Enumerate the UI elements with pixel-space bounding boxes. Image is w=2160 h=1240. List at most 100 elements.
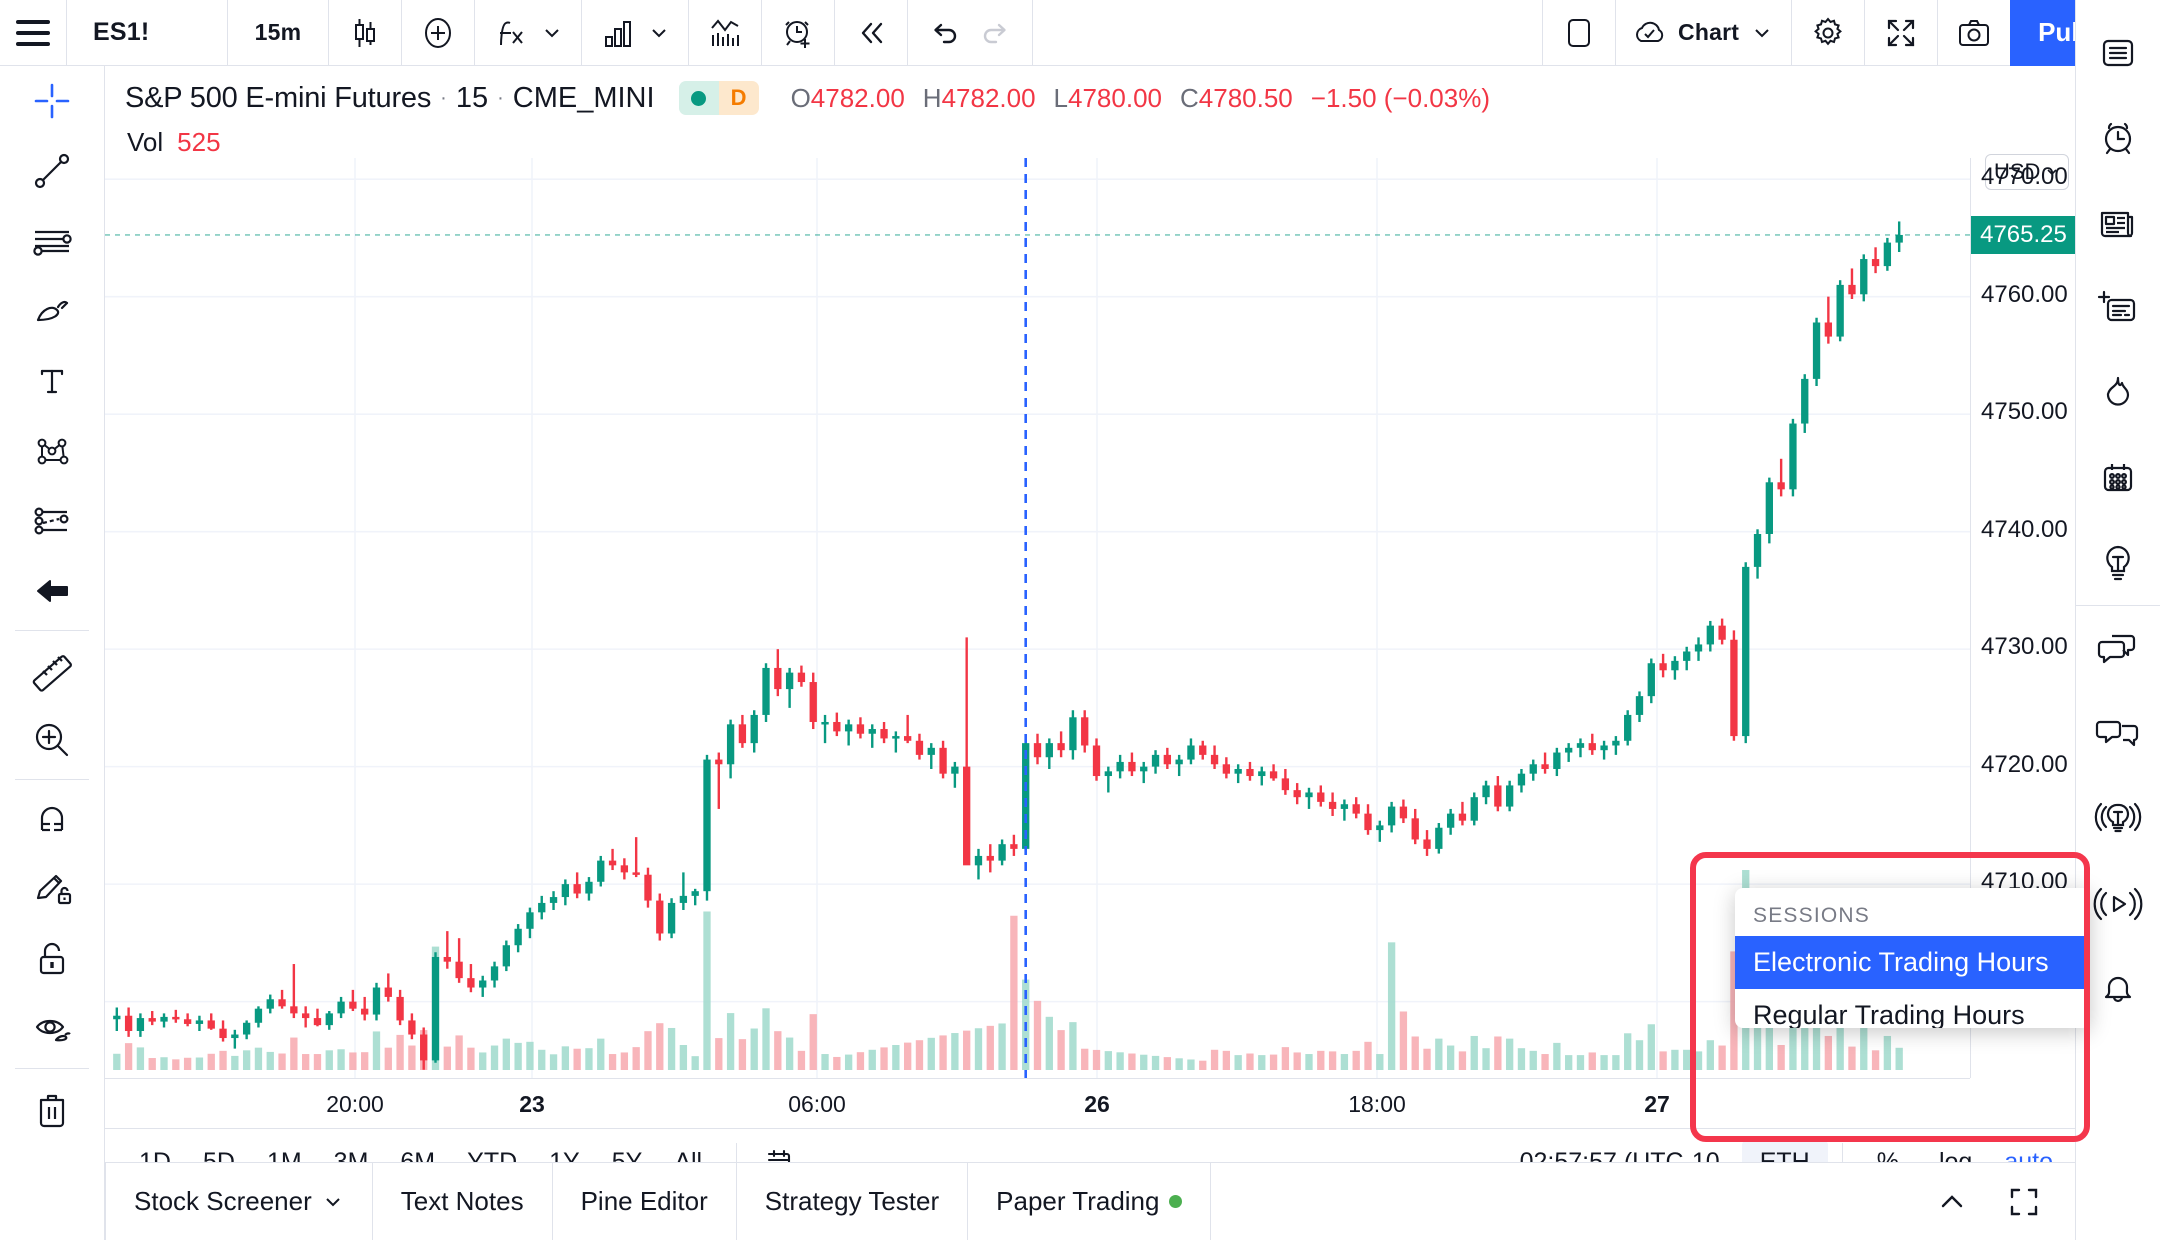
private-chat-icon[interactable] <box>2076 691 2160 776</box>
tab-label: Text Notes <box>400 1186 524 1216</box>
ideas-stream-icon[interactable] <box>2076 776 2160 861</box>
hamburger-icon <box>16 19 50 46</box>
chevron-down-icon <box>1749 20 1775 46</box>
rewind-icon <box>851 13 891 53</box>
candlestick-style-icon <box>345 13 385 53</box>
symbol-button[interactable]: ES1! <box>67 0 227 66</box>
tab-strategy-tester[interactable]: Strategy Tester <box>737 1162 969 1240</box>
crosshair-icon[interactable] <box>0 66 105 136</box>
chart-legend-title-row: S&P 500 E-mini Futures · 15 · CME_MINI D… <box>125 78 2075 118</box>
calendar-icon[interactable] <box>2076 435 2160 520</box>
high-value: 4782.00 <box>941 82 1036 113</box>
time-tick: 26 <box>1084 1091 1110 1117</box>
add-symbol-button[interactable] <box>402 0 474 66</box>
trend-line-icon[interactable] <box>0 136 105 206</box>
hide-drawings-icon[interactable] <box>0 994 105 1064</box>
open-value: 4782.00 <box>810 82 905 113</box>
alerts-icon[interactable] <box>2076 95 2160 180</box>
fullscreen-button[interactable] <box>1865 0 1937 66</box>
interval-label: 15m <box>254 19 302 45</box>
fullscreen-corners-icon <box>2010 1188 2038 1215</box>
hotlist-icon[interactable] <box>2076 350 2160 435</box>
time-tick: 20:00 <box>326 1091 384 1117</box>
open-label: O <box>790 82 811 113</box>
tab-stock-screener[interactable]: Stock Screener <box>105 1162 373 1240</box>
divider <box>15 1068 89 1069</box>
measure-ruler-icon[interactable] <box>0 635 105 705</box>
patterns-icon[interactable] <box>0 416 105 486</box>
close-label: C <box>1180 82 1199 113</box>
forecast-icon[interactable] <box>0 486 105 556</box>
zoom-in-icon[interactable] <box>0 705 105 775</box>
sessions-dropdown: SESSIONS Electronic Trading Hours Regula… <box>1735 888 2090 1028</box>
indicators-dropdown-button[interactable] <box>535 0 581 66</box>
top-toolbar: ES1! 15m Chart <box>0 0 2160 66</box>
chevron-down-icon <box>646 20 672 46</box>
undo-button[interactable] <box>908 0 970 66</box>
snapshot-button[interactable] <box>1938 0 2010 66</box>
remove-drawings-icon[interactable] <box>0 1073 105 1143</box>
price-tick: 4770.00 <box>1981 163 2068 191</box>
chart-layout-label: Chart <box>1678 19 1740 45</box>
candlestick-svg <box>105 158 1970 1078</box>
last-price-badge: 4765.25 <box>1971 215 2076 254</box>
chart-plot[interactable] <box>105 158 1970 1078</box>
legend-exchange: CME_MINI <box>512 81 655 114</box>
time-scale[interactable]: 20:00 23 06:00 26 18:00 27 <box>105 1078 1970 1128</box>
create-alert-button[interactable] <box>762 0 834 66</box>
compare-dropdown-button[interactable] <box>642 0 688 66</box>
layout-button[interactable] <box>1543 0 1615 66</box>
chart-layout-button[interactable]: Chart <box>1616 0 1791 66</box>
stay-in-drawing-mode-icon[interactable] <box>0 854 105 924</box>
price-tick: 4760.00 <box>1981 280 2068 308</box>
right-sidebar <box>2075 0 2160 1240</box>
sessions-option-eth[interactable]: Electronic Trading Hours <box>1735 936 2090 989</box>
price-tick: 4730.00 <box>1981 633 2068 661</box>
separator-dot: · <box>497 86 504 109</box>
lock-drawings-icon[interactable] <box>0 924 105 994</box>
interval-button[interactable]: 15m <box>228 0 328 66</box>
time-tick: 23 <box>519 1091 545 1117</box>
magnet-icon[interactable] <box>0 784 105 854</box>
public-chat-icon[interactable] <box>2076 606 2160 691</box>
sessions-option-rth[interactable]: Regular Trading Hours <box>1735 989 2090 1028</box>
compare-button[interactable] <box>582 0 642 66</box>
patterns-button[interactable] <box>689 0 761 66</box>
tab-pine-editor[interactable]: Pine Editor <box>553 1162 737 1240</box>
cloud-check-icon <box>1632 13 1670 53</box>
session-letter: D <box>718 81 759 115</box>
volume-legend: Vol 525 <box>125 127 2075 158</box>
arrow-marker-icon[interactable] <box>0 556 105 626</box>
single-layout-icon <box>1559 13 1599 53</box>
market-status-badge[interactable]: D <box>678 81 759 115</box>
indicators-button[interactable] <box>475 0 535 66</box>
redo-button[interactable] <box>970 0 1032 66</box>
low-label: L <box>1053 82 1069 113</box>
bar-replay-button[interactable] <box>835 0 907 66</box>
horizontal-lines-icon[interactable] <box>0 206 105 276</box>
text-tool-icon[interactable] <box>0 346 105 416</box>
divider <box>15 779 89 780</box>
price-tick: 4720.00 <box>1981 750 2068 778</box>
bar-chart-icon <box>598 13 638 53</box>
volume-label: Vol <box>127 127 164 157</box>
left-drawing-toolbar <box>0 66 105 1240</box>
separator-dot: · <box>440 86 447 109</box>
brush-icon[interactable] <box>0 276 105 346</box>
ideas-icon[interactable] <box>2076 520 2160 605</box>
collapse-panel-button[interactable] <box>1905 1183 1999 1221</box>
tab-label: Pine Editor <box>580 1186 708 1216</box>
fullscreen-icon <box>1881 13 1921 53</box>
volume-value: 525 <box>177 127 221 157</box>
tab-paper-trading[interactable]: Paper Trading <box>968 1162 1212 1240</box>
undo-icon <box>924 13 964 53</box>
bottom-panel-tabs: Stock Screener Text Notes Pine Editor St… <box>105 1162 2075 1240</box>
chart-settings-button[interactable] <box>1792 0 1864 66</box>
tab-text-notes[interactable]: Text Notes <box>373 1162 553 1240</box>
watchlist-icon[interactable] <box>2076 10 2160 95</box>
news-icon[interactable] <box>2076 180 2160 265</box>
data-window-icon[interactable] <box>2076 265 2160 350</box>
chart-style-button[interactable] <box>329 0 401 66</box>
main-menu-button[interactable] <box>0 0 66 66</box>
panel-fullscreen-button[interactable] <box>1999 1185 2075 1219</box>
